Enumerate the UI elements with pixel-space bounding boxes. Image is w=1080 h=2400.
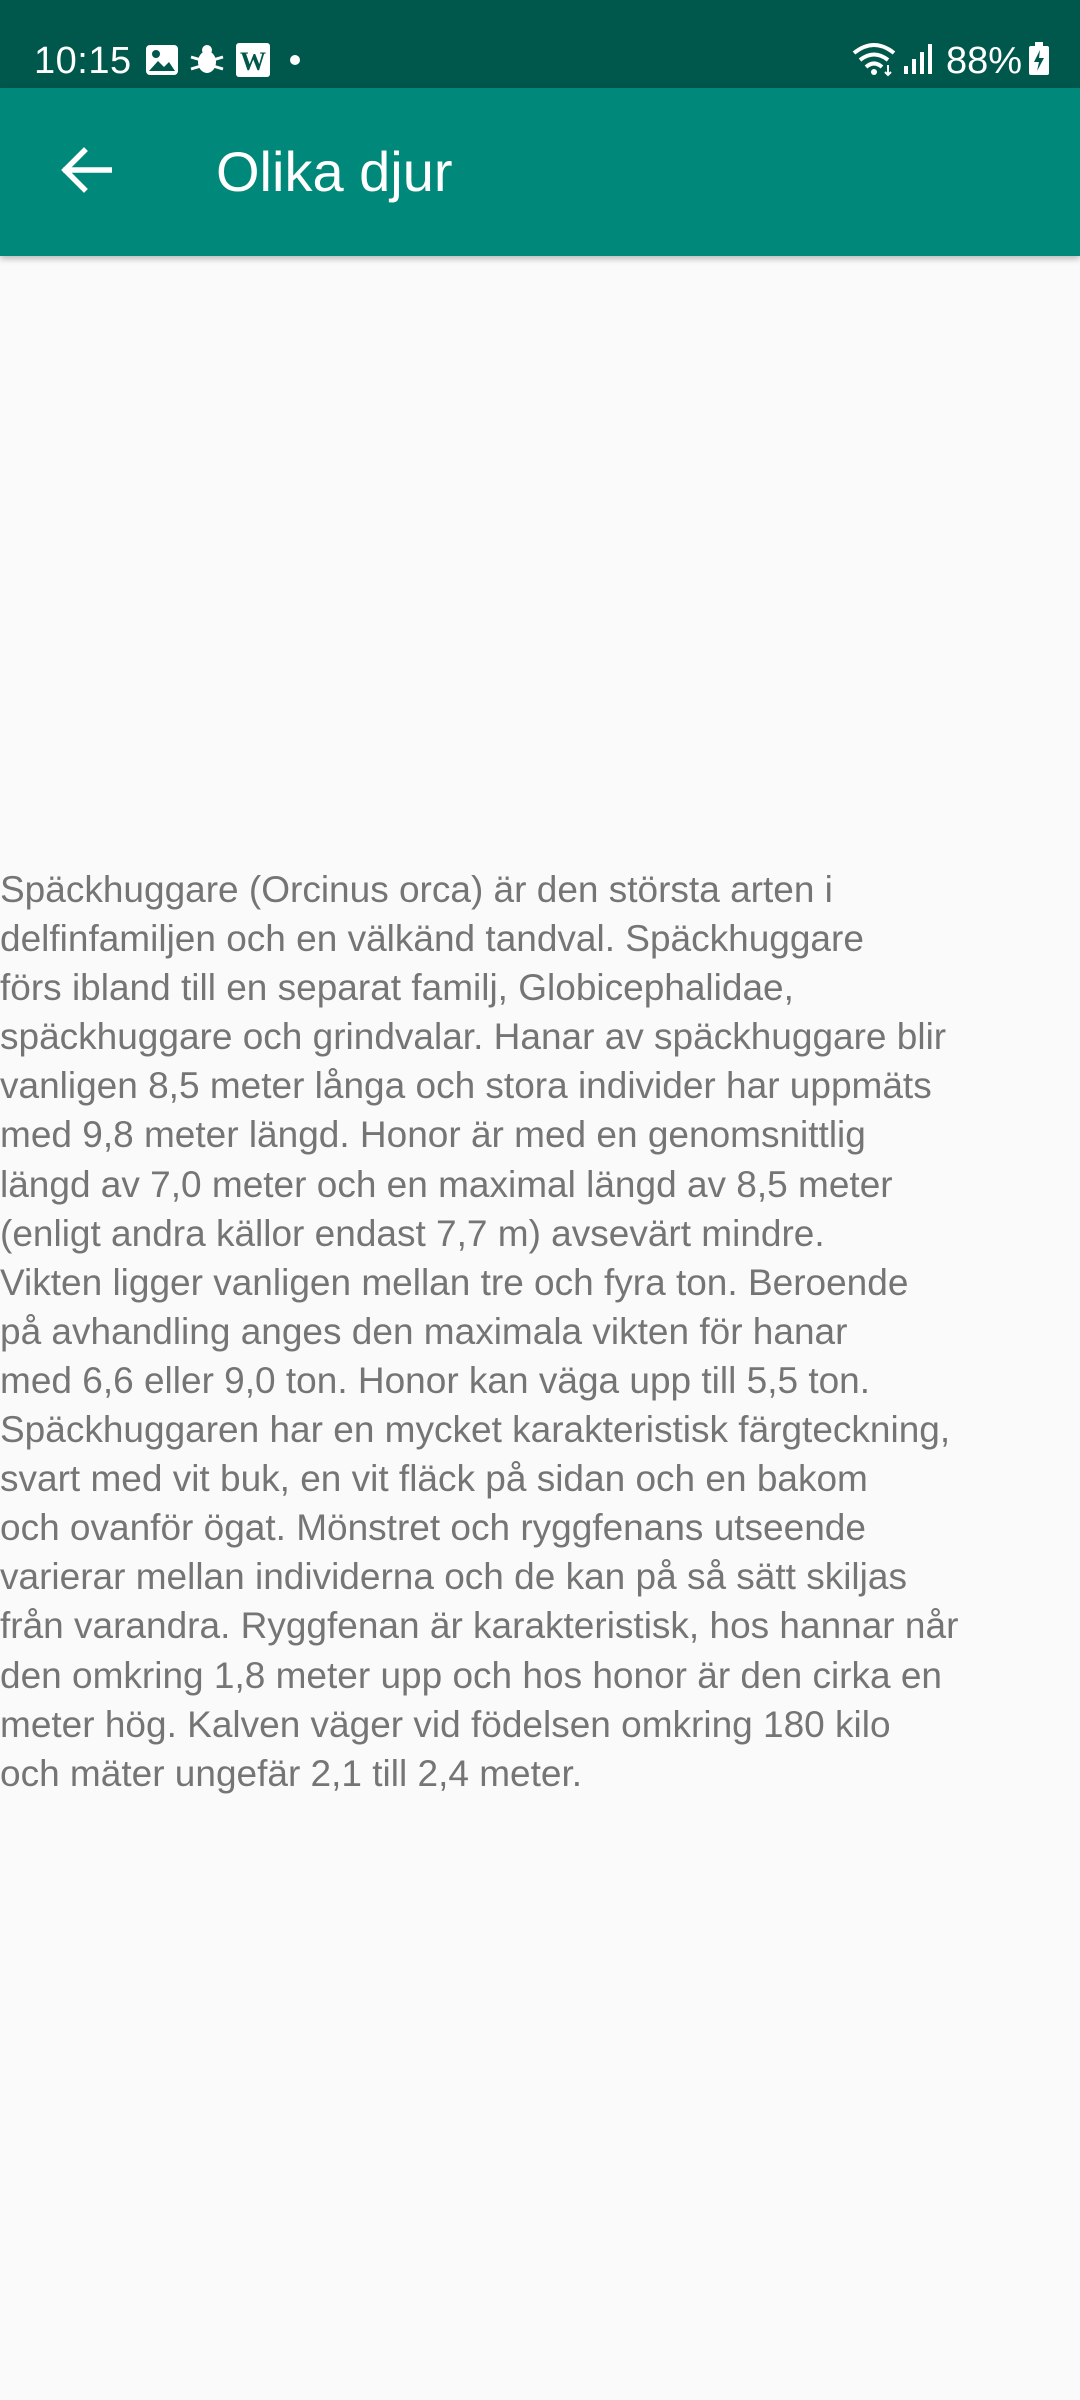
status-time: 10:15 [34, 40, 132, 82]
wifi-icon [852, 41, 896, 82]
arrow-back-icon [60, 146, 113, 199]
svg-text:W: W [240, 47, 266, 76]
status-bar: 10:15 W 88% [0, 0, 1080, 88]
battery-charging-icon [1028, 41, 1050, 81]
signal-icon [902, 42, 932, 81]
content-area: Späckhuggare (Orcinus orca) är den störs… [0, 256, 1080, 2400]
bug-icon [189, 43, 225, 82]
status-right: 88% [852, 38, 1050, 84]
gallery-icon [145, 44, 179, 81]
article-text: Späckhuggare (Orcinus orca) är den störs… [0, 869, 959, 1794]
dot-icon [289, 53, 301, 71]
page-title: Olika djur [216, 140, 453, 203]
back-button[interactable] [42, 128, 130, 216]
word-icon: W [235, 42, 271, 83]
notification-icons: W [145, 42, 311, 82]
app-bar: Olika djur [0, 88, 1080, 256]
battery-percent: 88% [945, 40, 1022, 82]
